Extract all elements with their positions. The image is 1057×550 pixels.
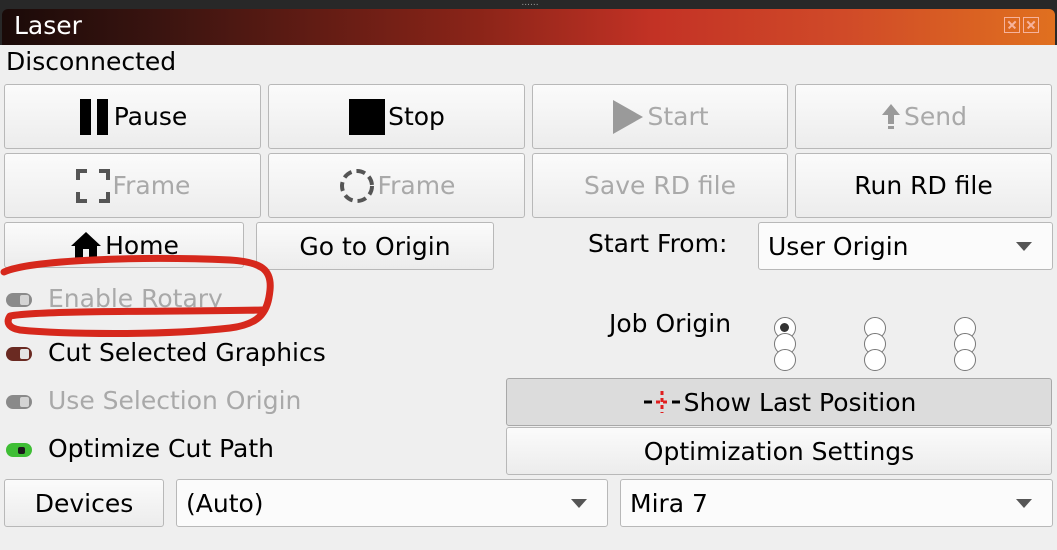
home-label: Home [105, 230, 179, 260]
connection-status: Disconnected [6, 47, 177, 76]
device-value: Mira 7 [630, 488, 708, 518]
stop-button[interactable]: Stop [268, 84, 525, 149]
start-label: Start [647, 102, 709, 131]
start-from-value: User Origin [768, 231, 909, 261]
frame-circle-button[interactable]: Frame [268, 153, 525, 218]
send-label: Send [904, 102, 967, 131]
home-button[interactable]: Home [4, 222, 244, 268]
use-selection-origin-label: Use Selection Origin [48, 386, 302, 415]
origin-radio-bottom-left[interactable] [774, 349, 796, 371]
chevron-down-icon [1016, 499, 1032, 508]
go-to-origin-button[interactable]: Go to Origin [256, 222, 494, 270]
start-from-label: Start From: [588, 229, 728, 258]
enable-rotary-label: Enable Rotary [48, 284, 223, 313]
use-selection-origin-toggle[interactable] [6, 395, 32, 409]
origin-radio-bottom-right[interactable] [954, 349, 976, 371]
pause-label: Pause [113, 102, 188, 131]
title-bar[interactable]: Laser [2, 9, 1055, 45]
play-icon [613, 99, 644, 134]
chevron-down-icon [571, 499, 587, 508]
job-origin-label: Job Origin [609, 309, 732, 338]
crosshair-icon [643, 391, 680, 413]
close-icon[interactable] [1023, 17, 1039, 33]
window-title: Laser [14, 11, 82, 40]
go-to-origin-label: Go to Origin [299, 231, 451, 261]
show-last-position-button[interactable]: Show Last Position [506, 378, 1052, 426]
stop-label: Stop [388, 102, 445, 131]
send-button[interactable]: Send [795, 84, 1052, 149]
port-select[interactable]: (Auto) [176, 479, 608, 527]
save-rd-button[interactable]: Save RD file [532, 153, 788, 218]
frame-rect-icon [75, 168, 110, 203]
home-icon [71, 232, 102, 258]
optimize-cut-path-toggle[interactable] [6, 443, 32, 457]
float-icon[interactable] [1004, 17, 1020, 33]
frame-circle-label: Frame [377, 171, 456, 200]
start-button[interactable]: Start [532, 84, 788, 149]
start-from-select[interactable]: User Origin [758, 222, 1053, 270]
job-origin-grid [766, 313, 986, 375]
chevron-down-icon [1016, 242, 1032, 251]
pause-icon [79, 98, 108, 135]
window-grip[interactable]: ...... [510, 0, 550, 8]
frame-circle-icon [339, 168, 374, 203]
upload-icon [882, 103, 901, 129]
frame-rect-button[interactable]: Frame [4, 153, 261, 218]
optimization-settings-label: Optimization Settings [643, 436, 915, 466]
device-select[interactable]: Mira 7 [620, 479, 1053, 527]
run-rd-button[interactable]: Run RD file [795, 153, 1052, 218]
origin-radio-bottom-center[interactable] [864, 349, 886, 371]
devices-label: Devices [34, 488, 134, 518]
save-rd-label: Save RD file [584, 171, 736, 200]
run-rd-label: Run RD file [854, 171, 993, 200]
cut-selected-label: Cut Selected Graphics [48, 338, 326, 367]
stop-icon [349, 98, 386, 135]
laser-panel: Disconnected Pause Stop Start Send Frame… [0, 45, 1057, 550]
port-value: (Auto) [186, 488, 264, 518]
pause-button[interactable]: Pause [4, 84, 261, 149]
devices-button[interactable]: Devices [4, 479, 164, 527]
cut-selected-toggle[interactable] [6, 347, 32, 361]
enable-rotary-toggle[interactable] [6, 293, 32, 307]
optimization-settings-button[interactable]: Optimization Settings [506, 427, 1052, 475]
frame-rect-label: Frame [112, 171, 191, 200]
optimize-cut-path-label: Optimize Cut Path [48, 434, 275, 463]
show-last-position-label: Show Last Position [683, 387, 917, 417]
